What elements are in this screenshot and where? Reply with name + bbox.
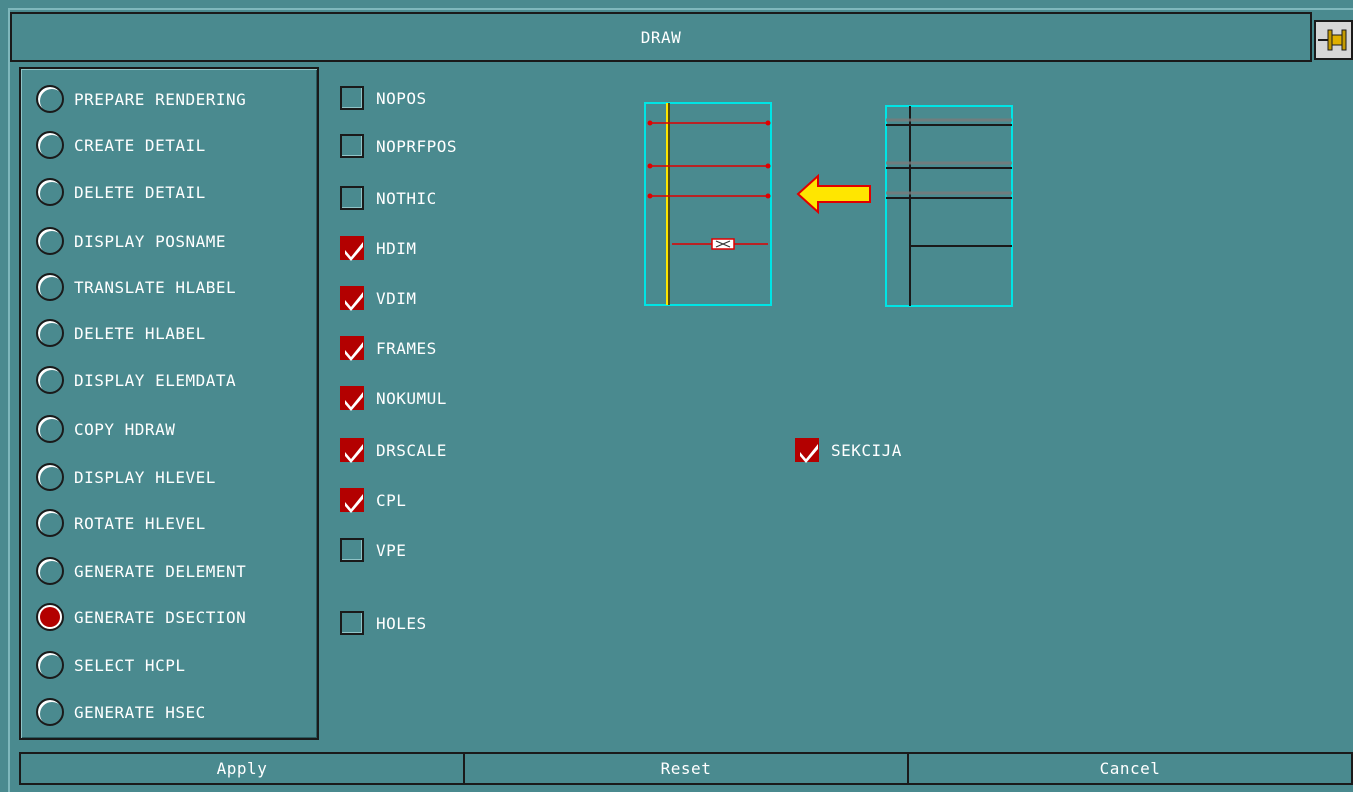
checkbox-checked-icon[interactable] — [340, 438, 364, 463]
checkbox-empty-icon[interactable] — [340, 611, 364, 635]
radio-empty-icon[interactable] — [36, 131, 64, 159]
option-checkbox[interactable]: HDIM — [340, 235, 417, 261]
checkbox-empty-icon[interactable] — [340, 134, 364, 158]
sekcija-label: SEKCIJA — [831, 440, 902, 460]
radio-label: GENERATE DELEMENT — [74, 561, 247, 581]
radio-option[interactable]: ROTATE HLEVEL — [36, 508, 206, 538]
radio-empty-icon[interactable] — [36, 509, 64, 537]
checkbox-label: VDIM — [376, 288, 417, 308]
checkbox-label: NOTHIC — [376, 188, 437, 208]
radio-option[interactable]: DISPLAY POSNAME — [36, 226, 226, 256]
radio-empty-icon[interactable] — [36, 698, 64, 726]
radio-empty-icon[interactable] — [36, 273, 64, 301]
checkbox-label: HOLES — [376, 613, 427, 633]
sekcija-check-box[interactable] — [795, 438, 819, 463]
radio-option[interactable]: SELECT HCPL — [36, 650, 185, 680]
radio-empty-icon[interactable] — [36, 85, 64, 113]
section-preview-diagram — [644, 102, 1013, 307]
option-checkbox[interactable]: VDIM — [340, 285, 417, 311]
option-checkbox[interactable]: NOKUMUL — [340, 385, 447, 411]
sekcija-checkbox[interactable]: SEKCIJA — [795, 437, 902, 463]
radio-empty-icon[interactable] — [36, 319, 64, 347]
option-checkbox[interactable]: CPL — [340, 487, 406, 513]
pin-icon[interactable] — [1314, 20, 1353, 60]
radio-option[interactable]: GENERATE DSECTION — [36, 602, 246, 632]
radio-label: PREPARE RENDERING — [74, 89, 247, 109]
apply-button[interactable]: Apply — [19, 752, 465, 785]
radio-option[interactable]: DISPLAY HLEVEL — [36, 462, 216, 492]
radio-label: DELETE DETAIL — [74, 182, 206, 202]
radio-empty-icon[interactable] — [36, 463, 64, 491]
radio-selected-icon[interactable] — [36, 603, 64, 631]
radio-label: DISPLAY ELEMDATA — [74, 370, 237, 390]
radio-empty-icon[interactable] — [36, 178, 64, 206]
checkbox-empty-icon[interactable] — [340, 186, 364, 210]
radio-label: SELECT HCPL — [74, 655, 186, 675]
cancel-button[interactable]: Cancel — [909, 752, 1353, 785]
radio-label: CREATE DETAIL — [74, 135, 206, 155]
radio-option[interactable]: DELETE HLABEL — [36, 318, 206, 348]
checkbox-label: NOPRFPOS — [376, 136, 458, 156]
left-arrow-icon — [796, 173, 871, 215]
option-checkbox[interactable]: HOLES — [340, 610, 427, 636]
radio-label: ROTATE HLEVEL — [74, 513, 206, 533]
checkbox-checked-icon[interactable] — [340, 336, 364, 361]
checkbox-label: HDIM — [376, 238, 417, 258]
checkbox-label: DRSCALE — [376, 440, 447, 460]
option-checkbox[interactable]: DRSCALE — [340, 437, 447, 463]
checkbox-checked-icon[interactable] — [340, 488, 364, 513]
radio-label: DELETE HLABEL — [74, 323, 206, 343]
radio-label: GENERATE HSEC — [74, 702, 206, 722]
radio-option[interactable]: PREPARE RENDERING — [36, 84, 246, 114]
radio-label: GENERATE DSECTION — [74, 607, 247, 627]
source-frame-outline — [885, 105, 1013, 307]
result-frame-outline — [644, 102, 772, 306]
option-checkbox[interactable]: NOPOS — [340, 85, 427, 111]
reset-button[interactable]: Reset — [465, 752, 909, 785]
footer-button-bar: Apply Reset Cancel — [19, 752, 1353, 785]
window-title: DRAW — [640, 27, 682, 47]
checkbox-checked-icon[interactable] — [340, 236, 364, 261]
radio-option[interactable]: TRANSLATE HLABEL — [36, 272, 236, 302]
checkbox-label: CPL — [376, 490, 407, 510]
checkbox-empty-icon[interactable] — [340, 86, 364, 110]
checkbox-label: FRAMES — [376, 338, 437, 358]
option-checkbox[interactable]: FRAMES — [340, 335, 437, 361]
radio-option[interactable]: GENERATE DELEMENT — [36, 556, 246, 586]
checkbox-label: NOKUMUL — [376, 388, 447, 408]
radio-option[interactable]: DELETE DETAIL — [36, 177, 206, 207]
checkbox-empty-icon[interactable] — [340, 538, 364, 562]
option-checkbox[interactable]: NOPRFPOS — [340, 133, 457, 159]
checkmark-icon — [800, 444, 818, 463]
title-bar: DRAW — [10, 12, 1312, 62]
radio-label: TRANSLATE HLABEL — [74, 277, 237, 297]
radio-option[interactable]: DISPLAY ELEMDATA — [36, 365, 236, 395]
radio-label: DISPLAY POSNAME — [74, 231, 226, 251]
checkbox-label: NOPOS — [376, 88, 427, 108]
radio-option[interactable]: COPY HDRAW — [36, 414, 175, 444]
radio-option[interactable]: GENERATE HSEC — [36, 697, 206, 727]
operation-radio-group — [19, 67, 319, 740]
radio-empty-icon[interactable] — [36, 651, 64, 679]
radio-empty-icon[interactable] — [36, 415, 64, 443]
option-checkbox[interactable]: NOTHIC — [340, 185, 437, 211]
radio-empty-icon[interactable] — [36, 557, 64, 585]
radio-label: DISPLAY HLEVEL — [74, 467, 216, 487]
checkbox-checked-icon[interactable] — [340, 286, 364, 311]
radio-empty-icon[interactable] — [36, 366, 64, 394]
radio-option[interactable]: CREATE DETAIL — [36, 130, 206, 160]
radio-empty-icon[interactable] — [36, 227, 64, 255]
checkbox-label: VPE — [376, 540, 407, 560]
option-checkbox[interactable]: VPE — [340, 537, 406, 563]
radio-label: COPY HDRAW — [74, 419, 176, 439]
checkbox-checked-icon[interactable] — [340, 386, 364, 411]
